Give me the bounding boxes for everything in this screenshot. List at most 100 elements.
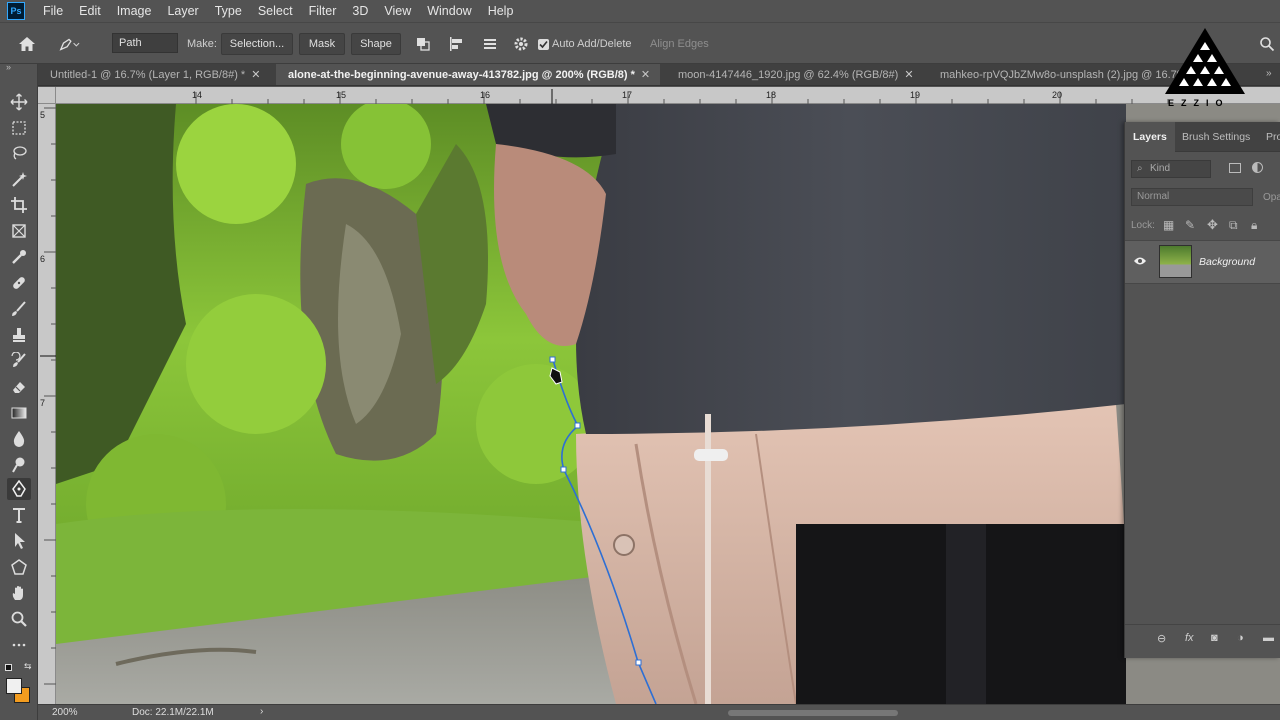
menu-image[interactable]: Image (109, 0, 160, 22)
ruler-label: 14 (192, 90, 203, 100)
path-selection-tool-icon[interactable] (7, 530, 31, 552)
swap-colors-icon[interactable]: ⇆ (24, 661, 32, 672)
pen-tool-icon[interactable] (7, 478, 31, 500)
healing-brush-tool-icon[interactable] (7, 272, 31, 294)
menu-3d[interactable]: 3D (344, 0, 376, 22)
filter-adjustment-icon[interactable] (1252, 162, 1263, 173)
visibility-eye-icon[interactable] (1133, 255, 1147, 269)
tab-moon[interactable]: moon-4147446_1920.jpg @ 62.4% (RGB/8#) ✕ (678, 64, 924, 85)
eraser-tool-icon[interactable] (7, 376, 31, 398)
clone-stamp-tool-icon[interactable] (7, 324, 31, 346)
history-brush-tool-icon[interactable] (7, 350, 31, 372)
lock-transparent-icon[interactable]: ▦ (1163, 218, 1174, 232)
menu-bar: Ps File Edit Image Layer Type Select Fil… (0, 0, 1280, 22)
close-icon[interactable]: ✕ (251, 69, 260, 81)
menu-help[interactable]: Help (480, 0, 522, 22)
pen-tool-preset-icon[interactable] (58, 33, 80, 55)
make-shape-button[interactable]: Shape (351, 33, 401, 55)
more-tools-icon[interactable] (7, 634, 31, 656)
menu-edit[interactable]: Edit (71, 0, 109, 22)
menu-type[interactable]: Type (207, 0, 250, 22)
menu-select[interactable]: Select (250, 0, 301, 22)
ruler-label: 6 (40, 254, 46, 264)
add-mask-icon[interactable]: ◙ (1211, 632, 1218, 644)
path-mode-select[interactable]: Path (112, 33, 178, 53)
layer-name[interactable]: Background (1199, 256, 1255, 268)
lasso-tool-icon[interactable] (7, 142, 31, 164)
expand-panel-icon[interactable]: » (6, 62, 11, 72)
layers-panel: Layers Brush Settings Pro ⌕ Kind Normal … (1124, 122, 1280, 658)
brand-logo: EZZIO (1160, 26, 1250, 110)
make-selection-button[interactable]: Selection... (221, 33, 293, 55)
photo-image (56, 104, 1280, 704)
lock-image-icon[interactable]: ✎ (1185, 218, 1195, 232)
crop-tool-icon[interactable] (7, 194, 31, 216)
layer-filter-row: ⌕ Kind (1125, 156, 1280, 182)
foreground-color-swatch[interactable] (6, 678, 22, 694)
horizontal-scrollbar[interactable] (728, 710, 898, 716)
more-tabs-icon[interactable]: » (1266, 68, 1272, 79)
close-icon[interactable]: ✕ (904, 69, 913, 81)
blur-tool-icon[interactable] (7, 428, 31, 450)
horizontal-ruler[interactable]: 14 15 16 17 18 19 20 (56, 87, 1280, 104)
status-bar: 200% Doc: 22.1M/22.1M › (38, 704, 1280, 720)
document-canvas[interactable] (56, 104, 1280, 704)
tab-properties[interactable]: Pro (1266, 122, 1280, 152)
gear-icon[interactable] (510, 33, 532, 55)
vertical-ruler[interactable]: 5 6 7 (38, 104, 56, 704)
menu-filter[interactable]: Filter (301, 0, 345, 22)
dodge-tool-icon[interactable] (7, 454, 31, 476)
menu-view[interactable]: View (376, 0, 419, 22)
zoom-level[interactable]: 200% (52, 707, 78, 718)
home-icon[interactable] (16, 33, 38, 55)
close-icon[interactable]: ✕ (641, 69, 650, 81)
tab-alone-at-the-beginning[interactable]: alone-at-the-beginning-avenue-away-41378… (276, 64, 660, 85)
tab-brush-settings[interactable]: Brush Settings (1182, 122, 1250, 152)
filter-pixel-icon[interactable] (1229, 163, 1241, 173)
photoshop-logo-icon: Ps (7, 2, 25, 20)
menu-window[interactable]: Window (419, 0, 479, 22)
ruler-label: 7 (40, 398, 46, 408)
document-size[interactable]: Doc: 22.1M/22.1M (132, 707, 214, 718)
lock-all-icon[interactable]: 🔒︎ (1251, 218, 1257, 233)
ruler-label: 17 (622, 90, 633, 100)
layer-row-background[interactable]: Background (1125, 240, 1280, 284)
lock-position-icon[interactable]: ✥ (1207, 217, 1218, 233)
search-icon[interactable] (1256, 33, 1278, 55)
layer-effects-icon[interactable]: fx (1185, 632, 1194, 644)
new-group-icon[interactable]: ▬ (1263, 632, 1274, 644)
marquee-tool-icon[interactable] (7, 117, 31, 139)
menu-file[interactable]: File (35, 0, 71, 22)
filter-kind-select[interactable]: ⌕ Kind (1131, 160, 1211, 178)
make-mask-button[interactable]: Mask (299, 33, 345, 55)
blend-mode-select[interactable]: Normal (1131, 188, 1253, 206)
lock-artboard-icon[interactable]: ⧉ (1229, 218, 1238, 233)
make-label: Make: (187, 38, 217, 50)
path-alignment-icon[interactable] (445, 33, 467, 55)
chevron-right-icon[interactable]: › (260, 706, 263, 717)
frame-tool-icon[interactable] (7, 220, 31, 242)
default-colors-icon[interactable] (5, 664, 12, 671)
shape-tool-icon[interactable] (7, 556, 31, 578)
zoom-tool-icon[interactable] (7, 608, 31, 630)
path-arrangement-icon[interactable] (479, 33, 501, 55)
gradient-tool-icon[interactable] (7, 402, 31, 424)
adjustment-layer-icon[interactable]: ◑ (1237, 632, 1244, 644)
ruler-origin[interactable] (38, 87, 56, 104)
path-operations-icon[interactable] (412, 33, 434, 55)
tab-untitled-1[interactable]: Untitled-1 @ 16.7% (Layer 1, RGB/8#) * ✕ (50, 64, 286, 85)
tab-layers[interactable]: Layers (1125, 122, 1175, 152)
menu-layer[interactable]: Layer (159, 0, 206, 22)
type-tool-icon[interactable] (7, 504, 31, 526)
hand-tool-icon[interactable] (7, 582, 31, 604)
blend-row: Normal Opa (1125, 184, 1280, 210)
move-tool-icon[interactable] (7, 91, 31, 113)
ruler-label: 20 (1052, 90, 1063, 100)
eyedropper-tool-icon[interactable] (7, 246, 31, 268)
quick-selection-tool-icon[interactable] (7, 168, 31, 190)
brush-tool-icon[interactable] (7, 298, 31, 320)
auto-add-delete-checkbox[interactable] (538, 39, 549, 50)
triangle-logo-icon (1165, 28, 1245, 94)
search-icon: ⌕ (1137, 163, 1143, 174)
link-layers-icon[interactable]: ⊖ (1157, 632, 1166, 645)
